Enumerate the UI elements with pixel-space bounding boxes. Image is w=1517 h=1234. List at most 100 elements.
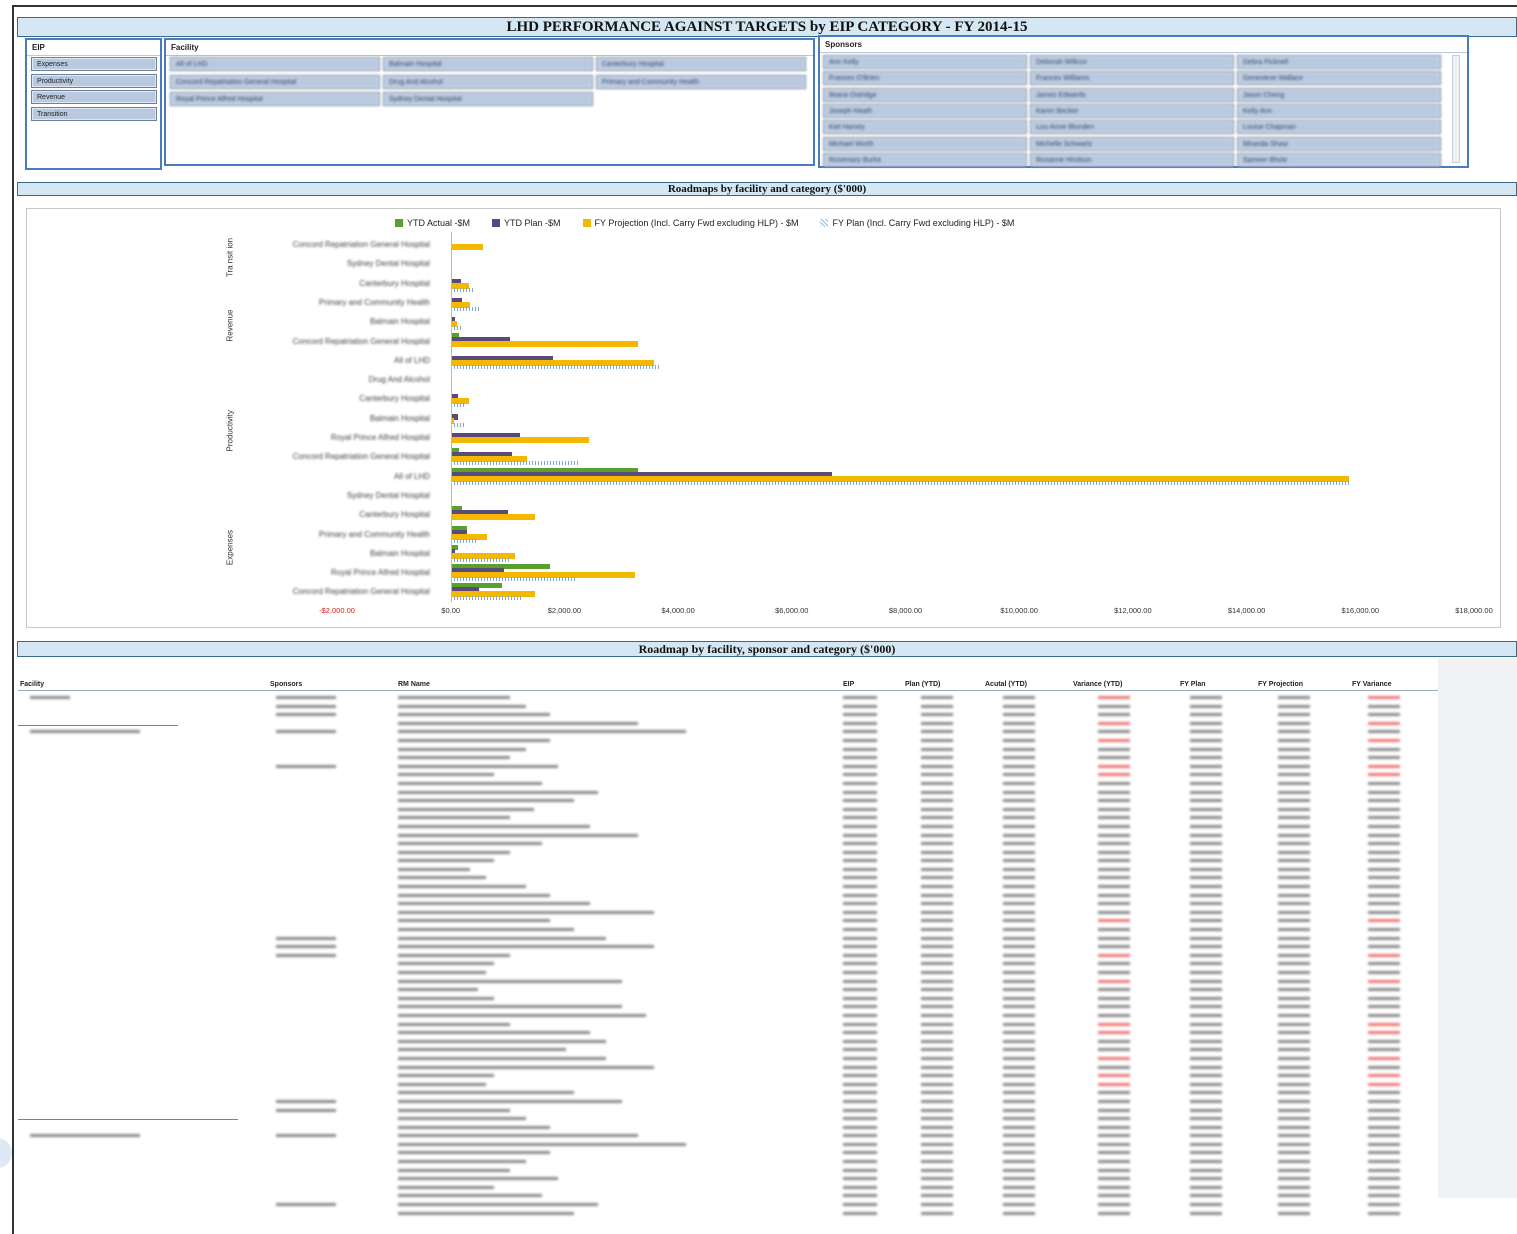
value-cell xyxy=(1098,876,1130,880)
sponsor-tile[interactable]: Sameer Bhole xyxy=(1237,152,1441,167)
sponsor-tile[interactable]: Debra Picknell xyxy=(1237,55,1441,69)
eip-cell xyxy=(843,1125,877,1129)
table-row xyxy=(18,719,1438,728)
value-cell xyxy=(1003,1031,1035,1035)
eip-cell xyxy=(843,713,877,717)
value-cell xyxy=(1098,919,1130,923)
facility-tile[interactable]: Canterbury Hospital xyxy=(596,57,806,71)
facility-separator xyxy=(18,1119,238,1120)
facility-tile[interactable]: Royal Prince Alfred Hospital xyxy=(170,92,380,106)
value-cell xyxy=(1098,1185,1130,1189)
rm-name-cell xyxy=(398,971,486,974)
value-cell xyxy=(1278,1099,1310,1103)
table-row xyxy=(18,693,1438,702)
value-cell xyxy=(921,1185,953,1189)
eip-tile-transition[interactable]: Transition xyxy=(31,106,157,121)
value-cell xyxy=(1003,1099,1035,1103)
value-cell xyxy=(1003,1168,1035,1172)
value-cell xyxy=(1190,1099,1222,1103)
value-cell xyxy=(921,867,953,871)
value-cell xyxy=(1278,1177,1310,1181)
value-cell xyxy=(1003,799,1035,803)
sponsor-tile[interactable]: Kiel Harvey xyxy=(823,120,1027,135)
value-cell xyxy=(921,910,953,914)
sponsor-tile[interactable]: Frances Williams xyxy=(1030,71,1234,86)
value-cell xyxy=(1368,928,1400,932)
sponsor-tile[interactable]: Kelly Ann xyxy=(1237,103,1441,118)
facility-cell xyxy=(30,730,140,734)
rm-name-cell xyxy=(398,1194,542,1198)
sponsor-cell xyxy=(276,696,336,699)
value-cell xyxy=(1368,1134,1400,1138)
value-cell xyxy=(1368,910,1400,914)
value-cell xyxy=(1368,713,1400,717)
value-cell xyxy=(1190,1074,1222,1078)
sponsor-cell xyxy=(276,764,336,768)
table-row xyxy=(18,891,1438,900)
facility-tile[interactable]: Drug And Alcohol xyxy=(383,74,593,89)
value-cell xyxy=(1368,1117,1400,1121)
sponsors-scrollbar[interactable] xyxy=(1452,55,1460,163)
facility-tile[interactable]: Primary and Community Health xyxy=(596,74,806,89)
value-cell xyxy=(1003,696,1035,699)
sponsor-tile[interactable]: Jason Cheng xyxy=(1237,87,1441,102)
sponsor-cell xyxy=(276,713,336,717)
table-row xyxy=(18,736,1438,745)
sponsor-tile[interactable]: Louise Chapman xyxy=(1237,120,1441,135)
category-axis-label: Sydney Dental Hospital xyxy=(346,490,430,500)
value-cell xyxy=(1278,1056,1310,1060)
value-cell xyxy=(1368,1091,1400,1095)
legend-swatch xyxy=(395,219,403,227)
value-cell xyxy=(1368,1022,1400,1026)
sponsor-tile[interactable]: Michelle Schwartz xyxy=(1030,136,1234,151)
facility-tile[interactable]: All of LHD xyxy=(170,57,380,71)
eip-cell xyxy=(843,876,877,880)
rm-name-cell xyxy=(398,721,638,725)
value-cell xyxy=(1003,962,1035,966)
table-row xyxy=(18,1045,1438,1054)
table-row xyxy=(18,1054,1438,1063)
rm-name-cell xyxy=(398,816,510,820)
sponsor-tile[interactable]: Lou-Anne Blunden xyxy=(1030,120,1234,135)
facility-tile[interactable]: Balmain Hospital xyxy=(383,57,593,71)
sponsor-tile[interactable]: Ileana Ostridge xyxy=(823,87,1027,102)
x-axis-tick-label: $12,000.00 xyxy=(1114,606,1152,615)
facility-tile[interactable]: Concord Repatriation General Hospital xyxy=(170,74,380,89)
sponsor-tile[interactable]: Frances O'Brien xyxy=(823,71,1027,86)
legend-swatch xyxy=(582,219,591,227)
eip-cell xyxy=(843,1211,877,1215)
value-cell xyxy=(1098,1091,1130,1095)
sponsor-tile[interactable]: Rosemary Burke xyxy=(823,152,1027,167)
value-cell xyxy=(921,1134,953,1138)
table-row xyxy=(18,1123,1438,1132)
value-cell xyxy=(921,1177,953,1181)
value-cell xyxy=(921,781,953,785)
sponsor-tile[interactable]: Karen Becker xyxy=(1030,103,1234,118)
category-axis-label: All of LHD xyxy=(393,471,430,481)
eip-cell xyxy=(843,1151,877,1155)
value-cell xyxy=(1003,885,1035,889)
table-row xyxy=(18,762,1438,771)
sponsor-tile[interactable]: Deborah Willcox xyxy=(1030,55,1234,69)
sponsor-tile[interactable]: James Edwards xyxy=(1030,87,1234,102)
value-cell xyxy=(1190,1168,1222,1172)
sponsor-tile[interactable]: Genevieve Wallace xyxy=(1237,71,1441,86)
value-cell xyxy=(921,1203,953,1207)
value-cell xyxy=(921,730,953,734)
sponsor-tile[interactable]: Miranda Shaw xyxy=(1237,136,1441,151)
facility-tile[interactable]: Sydney Dental Hospital xyxy=(383,92,593,106)
rm-name-cell xyxy=(398,773,494,777)
sponsor-tile[interactable]: Joseph Heath xyxy=(823,103,1027,118)
eip-tile-revenue[interactable]: Revenue xyxy=(31,90,157,104)
value-cell xyxy=(1278,721,1310,725)
value-cell xyxy=(1368,833,1400,837)
value-cell xyxy=(1190,902,1222,906)
sponsor-tile[interactable]: Ann Kelly xyxy=(823,55,1027,69)
value-cell xyxy=(921,1031,953,1035)
value-cell xyxy=(921,1108,953,1112)
value-cell xyxy=(1278,1022,1310,1026)
sponsor-tile[interactable]: Michael Worth xyxy=(823,136,1027,151)
eip-tile-productivity[interactable]: Productivity xyxy=(31,73,157,88)
eip-tile-expenses[interactable]: Expenses xyxy=(31,57,157,71)
sponsor-tile[interactable]: Roxanne Hindson xyxy=(1030,152,1234,167)
